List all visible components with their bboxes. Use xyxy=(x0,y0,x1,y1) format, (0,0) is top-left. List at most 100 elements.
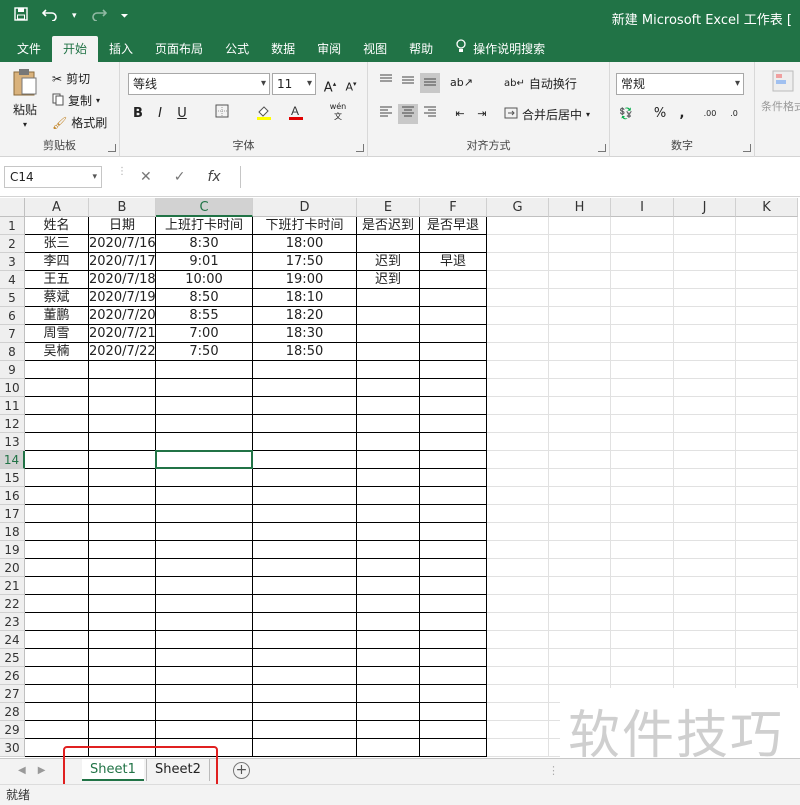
cell-g21[interactable] xyxy=(487,577,549,595)
cell-g11[interactable] xyxy=(487,397,549,415)
column-header-b[interactable]: B xyxy=(89,198,156,217)
cell-h11[interactable] xyxy=(549,397,611,415)
row-header-9[interactable]: 9 xyxy=(0,361,25,379)
align-right-button[interactable] xyxy=(420,104,440,124)
cell-g13[interactable] xyxy=(487,433,549,451)
tab-review[interactable]: 审阅 xyxy=(306,36,352,62)
grow-font-button[interactable]: A▴ xyxy=(320,74,340,95)
cell-e28[interactable] xyxy=(357,703,420,721)
scroll-left-icon[interactable]: ◀ xyxy=(18,765,26,776)
row-header-13[interactable]: 13 xyxy=(0,433,25,451)
percent-button[interactable]: % xyxy=(650,104,670,124)
cell-a9[interactable] xyxy=(25,361,89,379)
cell-a29[interactable] xyxy=(25,721,89,739)
cell-i20[interactable] xyxy=(611,559,674,577)
tab-page-layout[interactable]: 页面布局 xyxy=(144,36,214,62)
paste-button[interactable]: 粘贴 ▾ xyxy=(12,68,38,129)
cell-e2[interactable] xyxy=(357,235,420,253)
align-middle-button[interactable] xyxy=(398,73,418,93)
cell-b12[interactable] xyxy=(89,415,156,433)
cell-a8[interactable]: 吴楠 xyxy=(25,343,89,361)
cell-f7[interactable] xyxy=(420,325,487,343)
redo-icon[interactable] xyxy=(91,7,107,25)
cell-f22[interactable] xyxy=(420,595,487,613)
row-header-23[interactable]: 23 xyxy=(0,613,25,631)
cell-d25[interactable] xyxy=(253,649,357,667)
cell-g22[interactable] xyxy=(487,595,549,613)
row-header-6[interactable]: 6 xyxy=(0,307,25,325)
row-header-20[interactable]: 20 xyxy=(0,559,25,577)
cell-f6[interactable] xyxy=(420,307,487,325)
cell-e5[interactable] xyxy=(357,289,420,307)
cell-h1[interactable] xyxy=(549,217,611,235)
cell-j14[interactable] xyxy=(674,451,736,469)
cell-i13[interactable] xyxy=(611,433,674,451)
font-name-select[interactable]: 等线 ▾ xyxy=(128,73,270,95)
row-header-10[interactable]: 10 xyxy=(0,379,25,397)
cell-a23[interactable] xyxy=(25,613,89,631)
cell-h2[interactable] xyxy=(549,235,611,253)
copy-button[interactable]: 复制 ▾ xyxy=(52,92,100,109)
cell-j16[interactable] xyxy=(674,487,736,505)
cell-k15[interactable] xyxy=(736,469,798,487)
cell-d11[interactable] xyxy=(253,397,357,415)
cell-i21[interactable] xyxy=(611,577,674,595)
cell-k1[interactable] xyxy=(736,217,798,235)
cell-g20[interactable] xyxy=(487,559,549,577)
cell-d13[interactable] xyxy=(253,433,357,451)
cell-g3[interactable] xyxy=(487,253,549,271)
cell-k23[interactable] xyxy=(736,613,798,631)
cell-f12[interactable] xyxy=(420,415,487,433)
cell-e15[interactable] xyxy=(357,469,420,487)
cell-h14[interactable] xyxy=(549,451,611,469)
cell-f2[interactable] xyxy=(420,235,487,253)
cell-i26[interactable] xyxy=(611,667,674,685)
cell-b14[interactable] xyxy=(89,451,156,469)
cell-d7[interactable]: 18:30 xyxy=(253,325,357,343)
cut-button[interactable]: ✂ 剪切 xyxy=(52,70,90,87)
cell-a27[interactable] xyxy=(25,685,89,703)
cell-e6[interactable] xyxy=(357,307,420,325)
bold-button[interactable]: B xyxy=(128,104,148,124)
cell-e19[interactable] xyxy=(357,541,420,559)
cell-h19[interactable] xyxy=(549,541,611,559)
cell-d27[interactable] xyxy=(253,685,357,703)
cell-h16[interactable] xyxy=(549,487,611,505)
cell-e10[interactable] xyxy=(357,379,420,397)
cell-d28[interactable] xyxy=(253,703,357,721)
cell-f23[interactable] xyxy=(420,613,487,631)
cell-d21[interactable] xyxy=(253,577,357,595)
tab-insert[interactable]: 插入 xyxy=(98,36,144,62)
row-header-24[interactable]: 24 xyxy=(0,631,25,649)
cell-a13[interactable] xyxy=(25,433,89,451)
cell-j25[interactable] xyxy=(674,649,736,667)
cell-c11[interactable] xyxy=(156,397,253,415)
cell-j22[interactable] xyxy=(674,595,736,613)
decrease-indent-button[interactable]: ⇤ xyxy=(450,104,470,124)
cell-i10[interactable] xyxy=(611,379,674,397)
row-header-5[interactable]: 5 xyxy=(0,289,25,307)
cell-c21[interactable] xyxy=(156,577,253,595)
cell-d17[interactable] xyxy=(253,505,357,523)
cell-e30[interactable] xyxy=(357,739,420,757)
cell-c23[interactable] xyxy=(156,613,253,631)
cell-h9[interactable] xyxy=(549,361,611,379)
tab-file[interactable]: 文件 xyxy=(6,36,52,62)
cell-i16[interactable] xyxy=(611,487,674,505)
cell-b3[interactable]: 2020/7/17 xyxy=(89,253,156,271)
cell-a3[interactable]: 李四 xyxy=(25,253,89,271)
row-header-16[interactable]: 16 xyxy=(0,487,25,505)
cell-d16[interactable] xyxy=(253,487,357,505)
cell-j1[interactable] xyxy=(674,217,736,235)
cell-j23[interactable] xyxy=(674,613,736,631)
tab-data[interactable]: 数据 xyxy=(260,36,306,62)
cell-h15[interactable] xyxy=(549,469,611,487)
number-format-select[interactable]: 常规 ▾ xyxy=(616,73,744,95)
cell-e11[interactable] xyxy=(357,397,420,415)
cell-b24[interactable] xyxy=(89,631,156,649)
column-header-h[interactable]: H xyxy=(549,198,611,217)
cell-i12[interactable] xyxy=(611,415,674,433)
cell-f11[interactable] xyxy=(420,397,487,415)
cell-k24[interactable] xyxy=(736,631,798,649)
cell-f5[interactable] xyxy=(420,289,487,307)
